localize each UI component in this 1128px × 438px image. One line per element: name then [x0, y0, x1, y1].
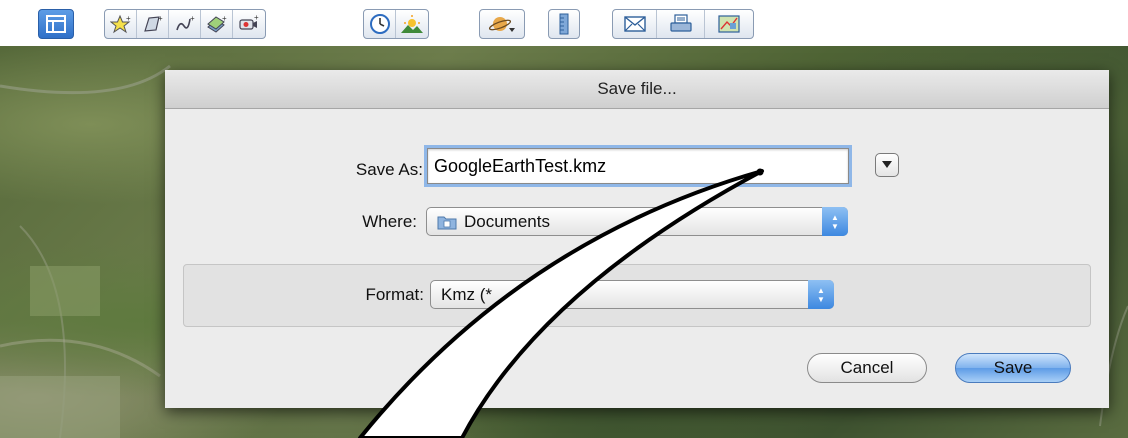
save-as-value: GoogleEarthTest.kmz: [434, 155, 607, 176]
view-in-maps-icon: [718, 15, 740, 33]
save-file-dialog: Save file... Save As: GoogleEarthTest.km…: [165, 70, 1109, 408]
toolbar: + + + + +: [0, 0, 1128, 46]
add-image-overlay-button[interactable]: +: [201, 10, 233, 38]
up-arrow-icon: ▲: [817, 285, 825, 295]
sidebar-icon: [46, 15, 66, 33]
add-polygon-button[interactable]: +: [137, 10, 169, 38]
down-arrow-icon: ▼: [817, 294, 825, 304]
add-polygon-icon: +: [143, 14, 163, 32]
up-arrow-icon: ▲: [831, 212, 839, 222]
ruler-button[interactable]: [548, 9, 580, 39]
expand-dialog-button[interactable]: [875, 153, 899, 177]
add-tools-group: + + + + +: [104, 9, 266, 39]
view-tools-group: [363, 9, 429, 39]
cancel-button[interactable]: Cancel: [807, 353, 927, 383]
format-options-box: Format: Kmz (* ▲ ▼: [183, 264, 1091, 327]
add-path-button[interactable]: +: [169, 10, 201, 38]
record-tour-button[interactable]: +: [233, 10, 265, 38]
where-label: Where:: [362, 212, 417, 231]
share-tools-group: [612, 9, 754, 39]
historical-imagery-button[interactable]: [364, 10, 396, 38]
switch-planet-button[interactable]: [479, 9, 525, 39]
add-placemark-button[interactable]: +: [105, 10, 137, 38]
historical-imagery-icon: [369, 14, 390, 34]
add-placemark-icon: +: [109, 14, 131, 34]
add-path-icon: +: [175, 14, 195, 31]
svg-text:+: +: [190, 14, 195, 23]
save-as-label: Save As:: [355, 160, 423, 179]
format-value: Kmz (*: [441, 284, 492, 304]
planet-icon: [488, 17, 515, 32]
view-in-maps-button[interactable]: [705, 10, 753, 38]
down-arrow-icon: ▼: [831, 221, 839, 231]
email-button[interactable]: [613, 10, 657, 38]
svg-text:+: +: [254, 14, 259, 22]
record-tour-icon: +: [239, 14, 259, 30]
sunlight-button[interactable]: [396, 10, 428, 38]
print-button[interactable]: [657, 10, 705, 38]
where-stepper: ▲ ▼: [822, 207, 848, 236]
format-popup[interactable]: Kmz (* ▲ ▼: [430, 280, 834, 309]
where-popup[interactable]: Documents ▲ ▼: [426, 207, 848, 236]
dialog-title: Save file...: [165, 70, 1109, 109]
sidebar-toggle-button[interactable]: [38, 9, 74, 39]
svg-text:+: +: [158, 14, 163, 23]
svg-text:+: +: [222, 14, 227, 23]
format-label: Format:: [365, 285, 424, 304]
add-image-overlay-icon: +: [206, 14, 227, 33]
sunlight-icon: [401, 15, 423, 33]
save-as-field[interactable]: GoogleEarthTest.kmz: [427, 148, 849, 184]
where-value: Documents: [464, 211, 550, 231]
svg-text:+: +: [126, 14, 131, 23]
save-button[interactable]: Save: [955, 353, 1071, 383]
format-stepper: ▲ ▼: [808, 280, 834, 309]
ruler-icon: [559, 13, 569, 35]
chevron-down-icon: [882, 161, 892, 168]
print-icon: [669, 14, 692, 32]
folder-icon: [437, 216, 457, 229]
email-icon: [623, 16, 646, 32]
